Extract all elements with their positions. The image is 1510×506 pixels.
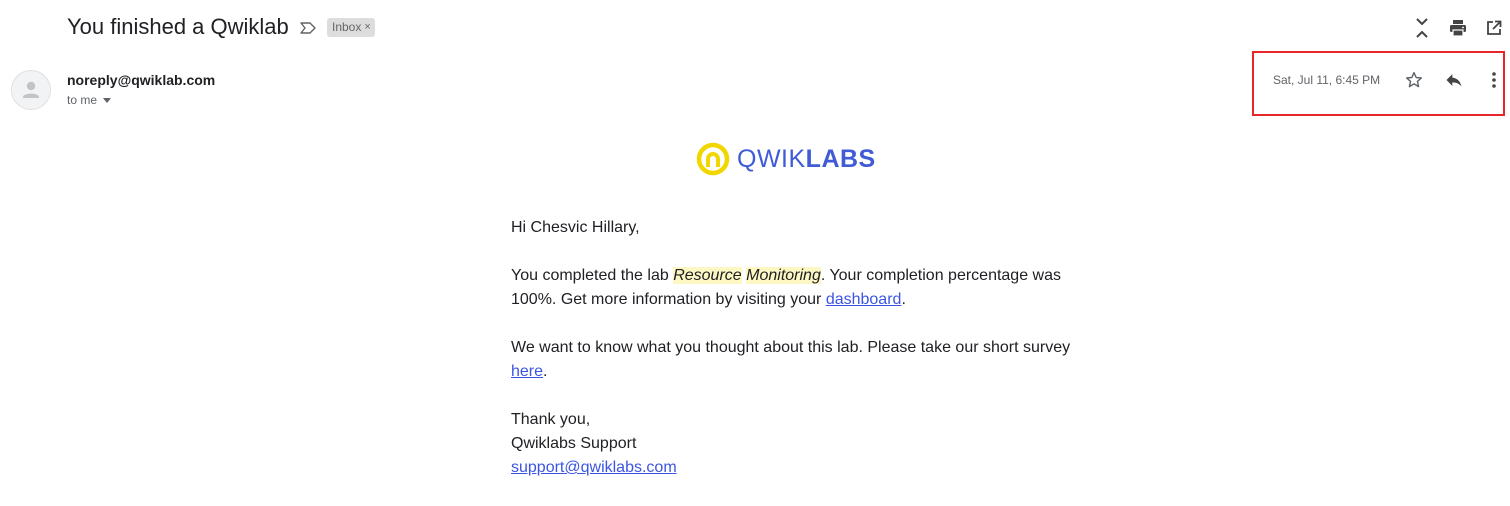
completion-text-start: You completed the lab [511, 267, 674, 284]
support-email-link[interactable]: support@qwiklabs.com [511, 459, 677, 476]
expand-collapse-icon[interactable] [1410, 16, 1434, 40]
email-subject: You finished a Qwiklab [67, 14, 289, 39]
completion-paragraph: You completed the lab Resource Monitorin… [511, 264, 1071, 312]
open-in-new-window-icon[interactable] [1482, 16, 1506, 40]
greeting-text: Hi Chesvic Hillary, [511, 219, 640, 236]
signature-text: Qwiklabs Support [511, 435, 637, 452]
logo-text-thin: QWIK [737, 144, 806, 173]
expand-collapse-svg [1416, 18, 1428, 38]
logo-text-bold: LABS [805, 144, 876, 173]
print-icon[interactable] [1446, 16, 1470, 40]
greeting: Hi Chesvic Hillary, [511, 216, 1071, 240]
survey-link[interactable]: here [511, 363, 543, 380]
importance-marker-svg [300, 22, 316, 34]
survey-text-end: . [543, 363, 548, 380]
survey-text: We want to know what you thought about t… [511, 339, 1071, 356]
more-vert-icon[interactable] [1482, 68, 1506, 92]
star-svg [1405, 71, 1423, 88]
reply-icon[interactable] [1442, 68, 1466, 92]
sender-avatar[interactable] [11, 70, 51, 110]
open-in-new-window-svg [1487, 20, 1502, 35]
closing: Thank you, [511, 408, 1071, 432]
chevron-down-icon [103, 97, 112, 103]
signature: Qwiklabs Support [511, 432, 1071, 456]
recipient-details-toggle[interactable]: to me [67, 92, 112, 108]
lab-name-word-1: Resource [673, 267, 742, 284]
support-email-line: support@qwiklabs.com [511, 456, 1071, 480]
lab-name-word-2: Monitoring [746, 267, 821, 284]
inbox-label-chip[interactable]: Inbox × [327, 18, 375, 37]
more-vert-svg [1492, 72, 1496, 88]
default-avatar-icon [23, 81, 39, 98]
dashboard-link[interactable]: dashboard [826, 291, 902, 308]
survey-paragraph: We want to know what you thought about t… [511, 336, 1071, 384]
qwiklabs-logo-text: QWIKLABS [737, 145, 876, 174]
email-date: Sat, Jul 11, 6:45 PM [1273, 73, 1381, 87]
qwiklabs-logo: QWIKLABS [695, 140, 876, 178]
remove-label-icon[interactable]: × [364, 18, 370, 37]
inbox-label-text: Inbox [332, 20, 362, 34]
recipient-text: to me [67, 93, 98, 107]
closing-text: Thank you, [511, 411, 591, 428]
star-icon[interactable] [1402, 68, 1426, 92]
qwiklabs-logo-mark-icon [696, 142, 730, 176]
completion-text-end: . [901, 291, 906, 308]
importance-marker-icon[interactable] [299, 19, 317, 37]
email-body: Hi Chesvic Hillary, You completed the la… [511, 216, 1071, 480]
print-svg [1450, 20, 1466, 37]
reply-svg [1446, 74, 1462, 87]
sender-email[interactable]: noreply@qwiklab.com [67, 71, 215, 89]
